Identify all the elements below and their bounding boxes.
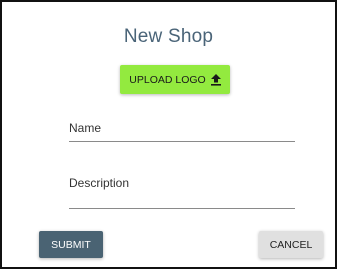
upload-icon: [210, 73, 221, 86]
description-label: Description: [69, 176, 130, 190]
submit-button[interactable]: SUBMIT: [39, 231, 103, 258]
name-underline: [69, 141, 295, 142]
description-field[interactable]: Description: [69, 176, 295, 210]
name-field[interactable]: Name: [69, 121, 295, 145]
upload-logo-label: UPLOAD LOGO: [129, 73, 206, 86]
upload-logo-button[interactable]: UPLOAD LOGO: [120, 65, 230, 94]
new-shop-dialog: New Shop UPLOAD LOGO Name Description SU…: [0, 0, 337, 269]
cancel-button[interactable]: CANCEL: [259, 231, 323, 258]
name-label: Name: [69, 121, 102, 135]
description-underline: [69, 208, 295, 209]
dialog-title: New Shop: [123, 26, 214, 47]
